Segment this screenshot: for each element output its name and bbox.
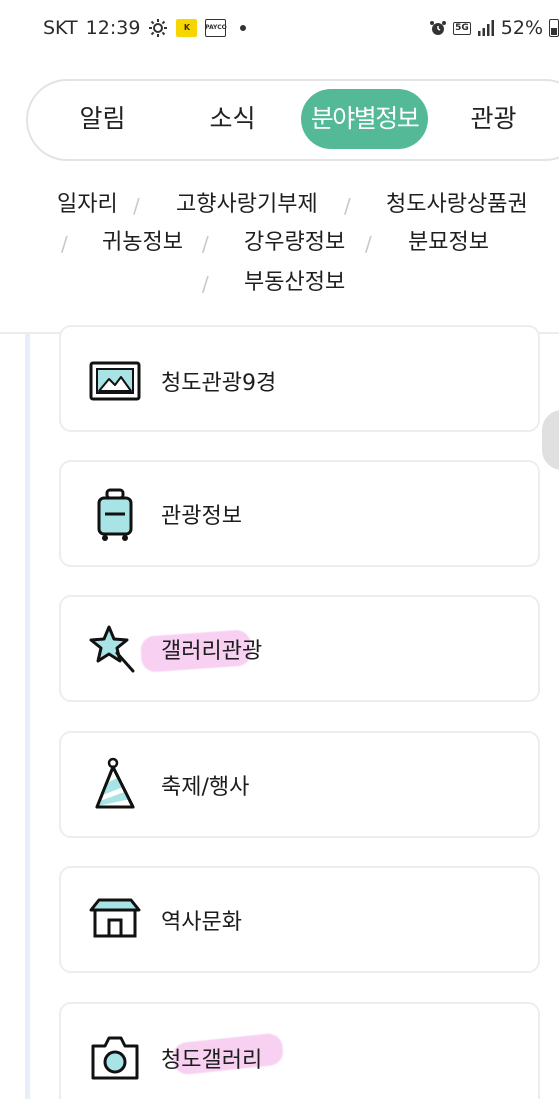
clock: 12:39 (85, 17, 141, 39)
tab-tourism[interactable]: 관광 (466, 89, 521, 149)
scroll-handle[interactable] (542, 410, 559, 470)
tab-news[interactable]: 소식 (205, 89, 260, 149)
menu-card-cheongdo-gallery[interactable]: 청도갤러리 (59, 1002, 540, 1099)
card-label: 축제/행사 (161, 774, 250, 800)
suitcase-icon (87, 486, 143, 542)
subcat-hometown-donation[interactable]: 고향사랑기부제 (176, 190, 318, 220)
notification-dot-icon (240, 25, 247, 31)
card-label: 갤러리관광 (161, 638, 263, 664)
left-rail (25, 334, 30, 1099)
settings-gear-icon (148, 18, 168, 38)
battery-percent: 52% (500, 17, 543, 39)
subcat-local-voucher[interactable]: 청도사랑상품권 (386, 190, 528, 220)
separator: / (202, 272, 209, 296)
alarm-clock-icon (429, 19, 447, 37)
separator: / (365, 232, 372, 256)
separator: / (133, 194, 140, 218)
party-hat-icon (87, 757, 143, 813)
subcat-real-estate[interactable]: 부동산정보 (244, 268, 345, 298)
star-wand-icon (87, 621, 143, 677)
kakao-chip-icon: K (176, 19, 198, 37)
battery-icon (549, 19, 559, 37)
subcategory-links: 일자리 / 고향사랑기부제 / 청도사랑상품권 / 귀농정보 / 강우량정보 /… (0, 180, 559, 330)
card-label: 청도갤러리 (161, 1048, 263, 1073)
carrier-label: SKT (43, 17, 78, 39)
separator: / (344, 194, 351, 218)
landscape-picture-icon (87, 353, 143, 409)
card-label: 청도관광9경 (161, 371, 277, 396)
subcat-rainfall-info[interactable]: 강우량정보 (244, 228, 345, 258)
status-bar: SKT 12:39 K PAYCO 5G 52% (0, 0, 559, 62)
tab-field-info[interactable]: 분야별정보 (301, 89, 428, 149)
separator: / (202, 232, 209, 256)
menu-card-9-scenes[interactable]: 청도관광9경 (59, 325, 540, 432)
menu-card-gallery-tour[interactable]: 갤러리관광 (59, 595, 540, 702)
traditional-house-icon (87, 892, 143, 948)
status-left: SKT 12:39 K PAYCO (43, 17, 247, 39)
subcat-farming-info[interactable]: 귀농정보 (102, 228, 183, 258)
separator: / (61, 232, 68, 256)
network-5g-icon: 5G (453, 21, 471, 35)
tab-notice[interactable]: 알림 (75, 89, 130, 149)
camera-icon (87, 1030, 143, 1086)
signal-strength-icon (477, 20, 495, 36)
app-screen: SKT 12:39 K PAYCO 5G 52% 알림 소식 분야별정보 관광 … (0, 0, 559, 1099)
card-label: 역사문화 (161, 909, 242, 935)
status-right: 5G 52% (429, 17, 559, 39)
menu-card-history-culture[interactable]: 역사문화 (59, 866, 540, 973)
card-label: 관광정보 (161, 503, 242, 529)
menu-card-festival[interactable]: 축제/행사 (59, 731, 540, 838)
payco-chip-icon: PAYCO (205, 19, 227, 37)
subcat-jobs[interactable]: 일자리 (57, 190, 118, 220)
menu-card-tour-info[interactable]: 관광정보 (59, 460, 540, 567)
subcat-grave-info[interactable]: 분묘정보 (408, 228, 489, 258)
